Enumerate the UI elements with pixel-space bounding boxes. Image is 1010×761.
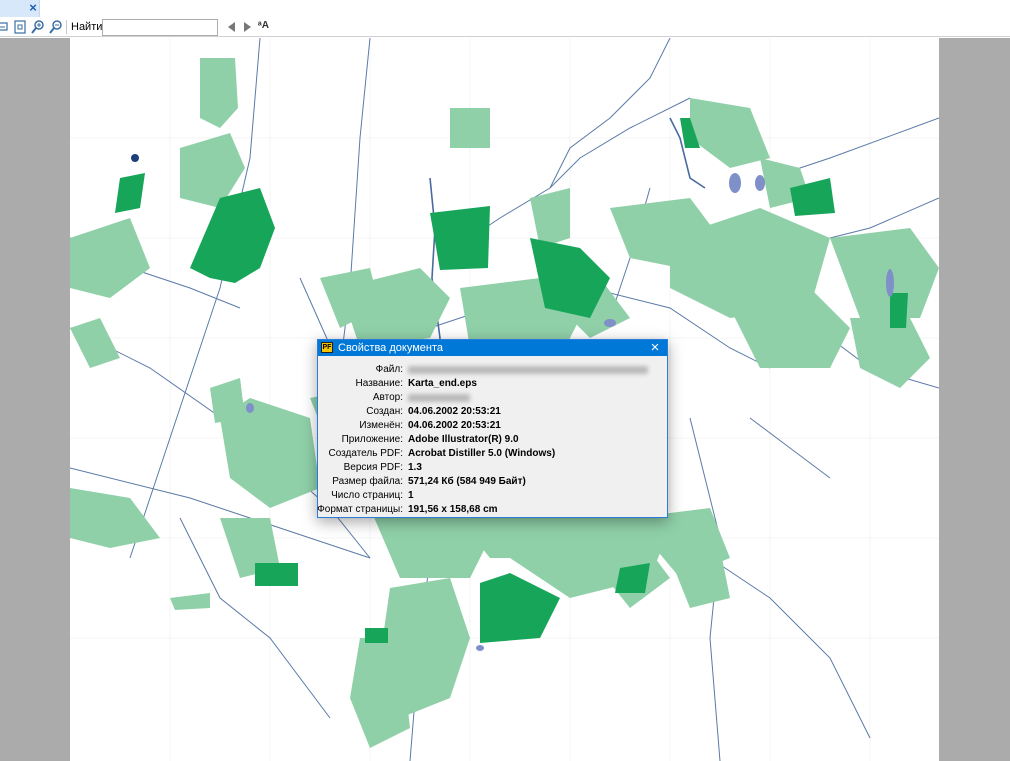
redacted-value [408,366,648,374]
find-label: Найти: [71,21,106,33]
zoom-in-icon[interactable] [30,19,46,35]
redacted-value [408,394,470,402]
property-label: Название: [355,378,403,389]
property-value: Adobe Illustrator(R) 9.0 [408,434,519,445]
dialog-title: Свойства документа [338,342,443,354]
property-label: Версия PDF: [343,462,403,473]
find-next-button[interactable] [244,22,251,32]
property-label: Автор: [372,392,403,403]
toolbar: Найти: ᵃA [0,17,1010,37]
property-value: 191,56 x 158,68 cm [408,504,498,515]
find-input[interactable] [102,19,218,36]
property-row: Число страниц: 1 [318,489,667,503]
map-marker [131,154,139,162]
property-row: Автор: [318,391,667,405]
property-value: 04.06.2002 20:53:21 [408,420,501,431]
dialog-titlebar[interactable]: PF Свойства документа × [318,340,667,356]
property-label: Создан: [366,406,403,417]
dialog-close-icon[interactable]: × [648,340,662,356]
property-row: Версия PDF: 1.3 [318,461,667,475]
property-row: Формат страницы: 191,56 x 158,68 cm [317,503,667,517]
property-value: 1 [408,490,414,501]
property-label: Изменён: [359,420,403,431]
fit-page-icon[interactable] [12,19,28,35]
app-logo-icon: PF [321,342,333,353]
property-label: Создатель PDF: [328,448,403,459]
print-icon[interactable] [0,19,10,35]
document-properties-dialog: PF Свойства документа × Файл: Название: Ka… [317,339,668,518]
document-tab[interactable]: × [0,0,40,17]
property-value: 571,24 Кб (584 949 Байт) [408,476,526,487]
property-row: Создатель PDF: Acrobat Distiller 5.0 (Win… [318,447,667,461]
property-label: Число страниц: [331,490,403,501]
property-label: Приложение: [341,434,403,445]
property-row: Название: Karta_end.eps [318,377,667,391]
toolbar-separator [66,20,67,34]
match-case-button[interactable]: ᵃA [258,20,269,31]
property-label: Файл: [375,364,403,375]
property-row: Размер файла: 571,24 Кб (584 949 Байт) [318,475,667,489]
property-row: Приложение: Adobe Illustrator(R) 9.0 [318,433,667,447]
property-row: Файл: [318,363,667,377]
tab-bar: × [0,0,1010,17]
property-value: 04.06.2002 20:53:21 [408,406,501,417]
property-label: Формат страницы: [317,504,403,515]
find-prev-button[interactable] [228,22,235,32]
property-row: Создан: 04.06.2002 20:53:21 [318,405,667,419]
property-value: 1.3 [408,462,422,473]
property-value: Acrobat Distiller 5.0 (Windows) [408,448,556,459]
property-value: Karta_end.eps [408,378,477,389]
zoom-out-icon[interactable] [48,19,64,35]
property-label: Размер файла: [332,476,403,487]
property-row: Изменён: 04.06.2002 20:53:21 [318,419,667,433]
tab-close-icon[interactable]: × [27,1,39,15]
